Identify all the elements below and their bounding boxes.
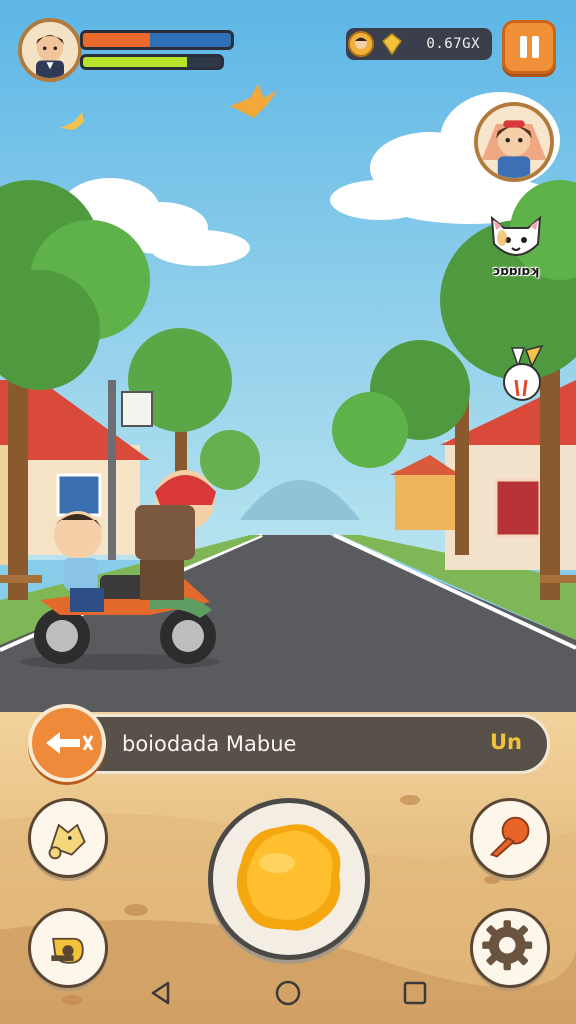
pause-icon <box>532 36 539 58</box>
pause-button[interactable] <box>502 20 556 74</box>
ice-cream-icon <box>489 816 530 858</box>
currency-display: 0.67GX <box>346 28 492 60</box>
gem-icon <box>382 33 402 55</box>
system-nav-bar <box>0 962 576 1024</box>
fox-mask-icon <box>48 823 86 860</box>
main-action-button[interactable] <box>208 798 370 960</box>
location-name: boiodada Mabue <box>122 732 297 756</box>
back-arrow-button[interactable] <box>28 704 106 782</box>
back-triangle-icon[interactable] <box>148 980 174 1006</box>
currency-amount: 0.67GX <box>426 36 480 52</box>
pause-icon <box>520 36 527 58</box>
player-avatar[interactable] <box>18 18 82 82</box>
ice-cream-button[interactable] <box>470 798 550 878</box>
location-tag: Un <box>490 730 523 754</box>
arrow-left-icon <box>46 732 94 754</box>
fox-mask-button[interactable] <box>28 798 108 878</box>
health-bar <box>80 30 234 50</box>
coin-face-icon <box>348 31 374 57</box>
health-bar-fill <box>83 33 150 47</box>
cat-badge-label: ɔɒɒıɒʞ <box>493 264 539 278</box>
boy-portrait-icon <box>22 22 78 78</box>
action-orb-icon <box>236 824 341 931</box>
energy-bar-fill <box>83 57 187 67</box>
girl-portrait-icon <box>478 106 550 178</box>
status-bars <box>80 30 234 74</box>
cat-face-icon[interactable] <box>484 204 548 268</box>
health-bar-remaining <box>149 33 231 47</box>
energy-bar <box>80 54 224 70</box>
friend-avatar[interactable] <box>474 102 554 182</box>
recents-square-icon[interactable] <box>402 980 428 1006</box>
home-circle-icon[interactable] <box>275 980 301 1006</box>
bunny-icon[interactable] <box>498 344 548 402</box>
